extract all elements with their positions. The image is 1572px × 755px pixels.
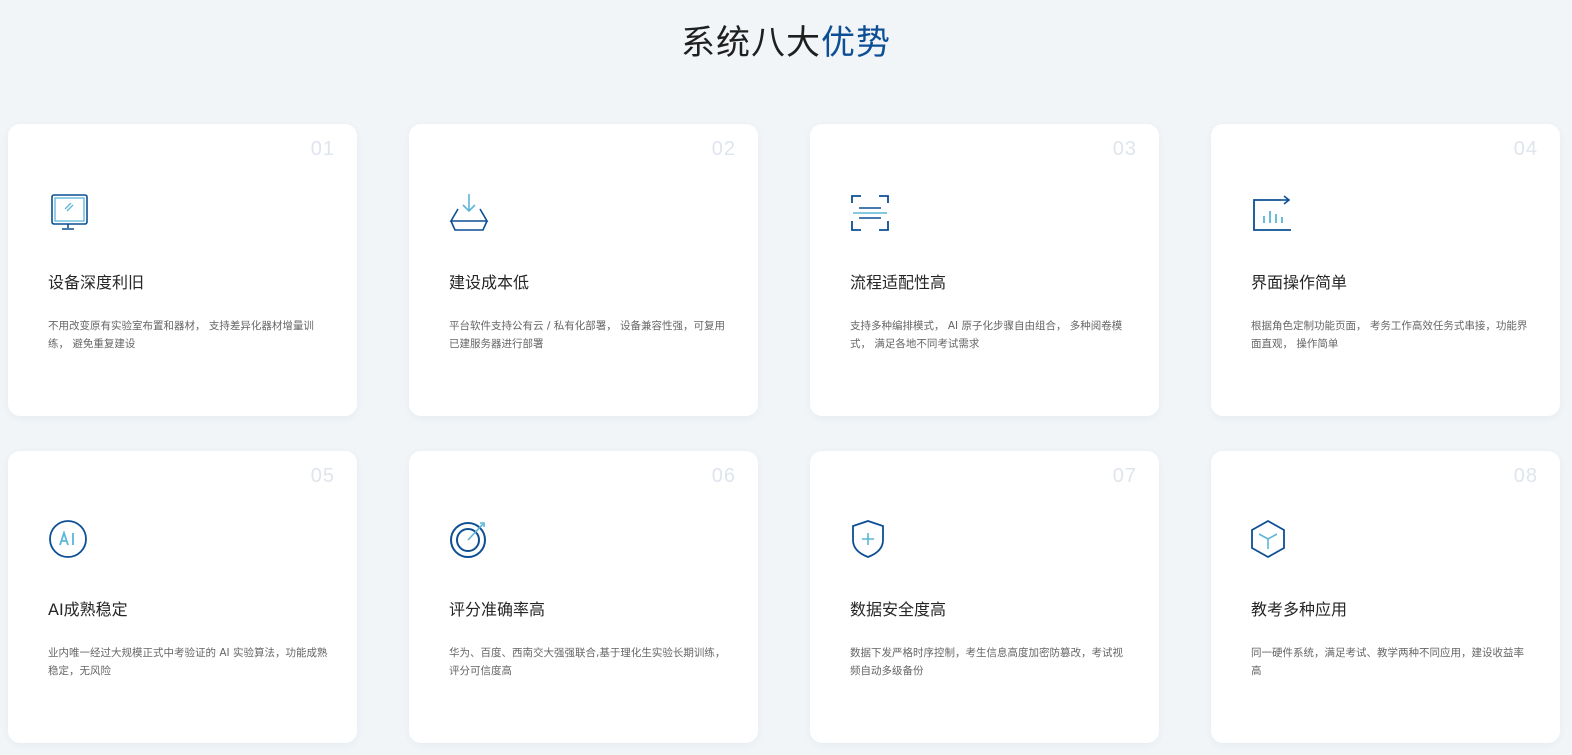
ai-badge-icon <box>48 519 88 559</box>
section-title-main: 系统八大 <box>681 23 821 63</box>
card-description: 华为、百度、西南交大强强联合,基于理化生实验长期训练，评分可信度高 <box>449 647 726 677</box>
card-title: 界面操作简单 <box>1251 273 1348 292</box>
chart-export-icon <box>1251 192 1291 232</box>
advantage-card: 07 数据安全度高 数据下发严格时序控制，考生信息高度加密防篡改，考试视频自动多… <box>810 451 1159 743</box>
card-description: 根据角色定制功能页面， 考务工作高效任务式串接，功能界面直观， 操作简单 <box>1251 320 1528 350</box>
card-number: 01 <box>310 138 335 160</box>
download-tray-icon <box>449 192 489 232</box>
card-number: 04 <box>1513 138 1538 160</box>
card-description: 数据下发严格时序控制，考生信息高度加密防篡改，考试视频自动多级备份 <box>850 647 1123 677</box>
card-number: 08 <box>1513 465 1538 487</box>
card-title: 教考多种应用 <box>1251 600 1348 619</box>
card-number: 05 <box>310 465 335 487</box>
card-number: 03 <box>1112 138 1137 160</box>
card-title: 流程适配性高 <box>850 273 947 292</box>
card-description: 支持多种编排模式， AI 原子化步骤自由组合， 多种阅卷模式， 满足各地不同考试… <box>850 320 1123 350</box>
advantage-card: 01 设备深度利旧 不用改变原有实验室布置和器材， 支持差异化器材增量训练， 避… <box>8 124 357 416</box>
section-title: 系统八大优势 <box>0 20 1572 66</box>
card-title: 设备深度利旧 <box>48 273 145 292</box>
card-number: 02 <box>711 138 736 160</box>
card-description: 业内唯一经过大规模正式中考验证的 AI 实验算法，功能成熟稳定，无风险 <box>48 647 328 677</box>
advantage-card: 06 评分准确率高 华为、百度、西南交大强强联合,基于理化生实验长期训练，评分可… <box>409 451 758 743</box>
advantage-card: 05 AI成熟稳定 业内唯一经过大规模正式中考验证的 AI 实验算法，功能成熟稳… <box>8 451 357 743</box>
card-title: 数据安全度高 <box>850 600 947 619</box>
advantage-card: 08 教考多种应用 同一硬件系统，满足考试、教学两种不同应用，建设收益率高 <box>1211 451 1560 743</box>
advantages-grid: 01 设备深度利旧 不用改变原有实验室布置和器材， 支持差异化器材增量训练， 避… <box>8 124 1564 743</box>
card-number: 07 <box>1112 465 1137 487</box>
section-title-highlight: 优势 <box>821 23 891 63</box>
advantage-card: 02 建设成本低 平台软件支持公有云 / 私有化部署， 设备兼容性强，可复用已建… <box>409 124 758 416</box>
advantage-card: 04 界面操作简单 根据角色定制功能页面， 考务工作高效任务式串接，功能界面直观… <box>1211 124 1560 416</box>
card-title: 评分准确率高 <box>449 600 546 619</box>
card-description: 平台软件支持公有云 / 私有化部署， 设备兼容性强，可复用已建服务器进行部署 <box>449 320 726 350</box>
card-title: 建设成本低 <box>449 273 530 292</box>
shield-plus-icon <box>850 519 890 559</box>
card-number: 06 <box>711 465 736 487</box>
card-title: AI成熟稳定 <box>48 600 128 619</box>
card-description: 同一硬件系统，满足考试、教学两种不同应用，建设收益率高 <box>1251 647 1524 677</box>
advantage-card: 03 流程适配性高 支持多种编排模式， AI 原子化步骤自由组合， 多种阅卷模式… <box>810 124 1159 416</box>
target-icon <box>449 519 489 559</box>
monitor-icon <box>48 192 88 232</box>
scan-frame-icon <box>850 192 890 232</box>
card-description: 不用改变原有实验室布置和器材， 支持差异化器材增量训练， 避免重复建设 <box>48 320 314 350</box>
cube-icon <box>1251 519 1291 559</box>
